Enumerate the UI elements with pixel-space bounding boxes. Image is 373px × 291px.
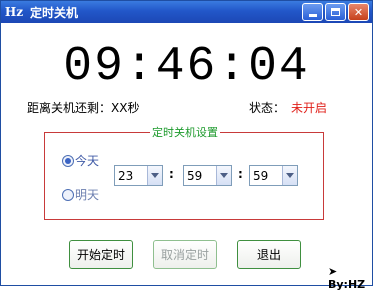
maximize-icon xyxy=(331,8,340,16)
countdown-text: 距离关机还剩：XX秒 xyxy=(27,101,140,115)
hour-value: 23 xyxy=(118,168,134,183)
minute-select[interactable]: 59 xyxy=(183,165,232,186)
window-controls: ✕ xyxy=(302,3,369,21)
radio-today-indicator[interactable] xyxy=(62,154,74,167)
chevron-down-icon[interactable] xyxy=(147,166,162,185)
time-separator: : xyxy=(238,167,243,181)
exit-button[interactable]: 退出 xyxy=(237,240,301,269)
app-icon: Hz xyxy=(4,5,24,19)
arrow-right-icon: ➤ xyxy=(328,265,338,278)
time-separator: : xyxy=(169,167,174,181)
chevron-down-icon[interactable] xyxy=(282,166,297,185)
close-button[interactable]: ✕ xyxy=(348,3,369,21)
schedule-group-title: 定时关机设置 xyxy=(150,124,220,140)
cancel-timer-button[interactable]: 取消定时 xyxy=(153,240,217,269)
minimize-icon xyxy=(308,14,317,17)
hour-select[interactable]: 23 xyxy=(114,165,163,186)
radio-tomorrow[interactable]: 明天 xyxy=(62,186,99,203)
current-time-display: 09:46:04 xyxy=(63,40,310,94)
close-icon: ✕ xyxy=(353,5,364,19)
minute-value: 59 xyxy=(187,168,203,183)
chevron-down-icon[interactable] xyxy=(216,166,231,185)
window-title: 定时关机 xyxy=(30,5,79,20)
status-value: 未开启 xyxy=(291,101,328,115)
author-signature: ➤ By:HZ xyxy=(328,265,372,291)
maximize-button[interactable] xyxy=(325,3,346,21)
second-select[interactable]: 59 xyxy=(249,165,298,186)
start-timer-button[interactable]: 开始定时 xyxy=(69,240,133,269)
radio-today[interactable]: 今天 xyxy=(62,152,99,169)
radio-tomorrow-label: 明天 xyxy=(75,188,100,202)
second-value: 59 xyxy=(253,168,269,183)
signature-text: By:HZ xyxy=(328,278,366,291)
main-window: Hz 定时关机 ✕ 09:46:04 距离关机还剩：XX秒 状态： 未开启 定时… xyxy=(0,0,373,291)
radio-today-label: 今天 xyxy=(75,154,100,168)
status-label: 状态： xyxy=(249,101,286,115)
radio-tomorrow-indicator[interactable] xyxy=(62,188,74,201)
title-bar[interactable]: Hz 定时关机 ✕ xyxy=(1,1,372,23)
minimize-button[interactable] xyxy=(302,3,323,21)
